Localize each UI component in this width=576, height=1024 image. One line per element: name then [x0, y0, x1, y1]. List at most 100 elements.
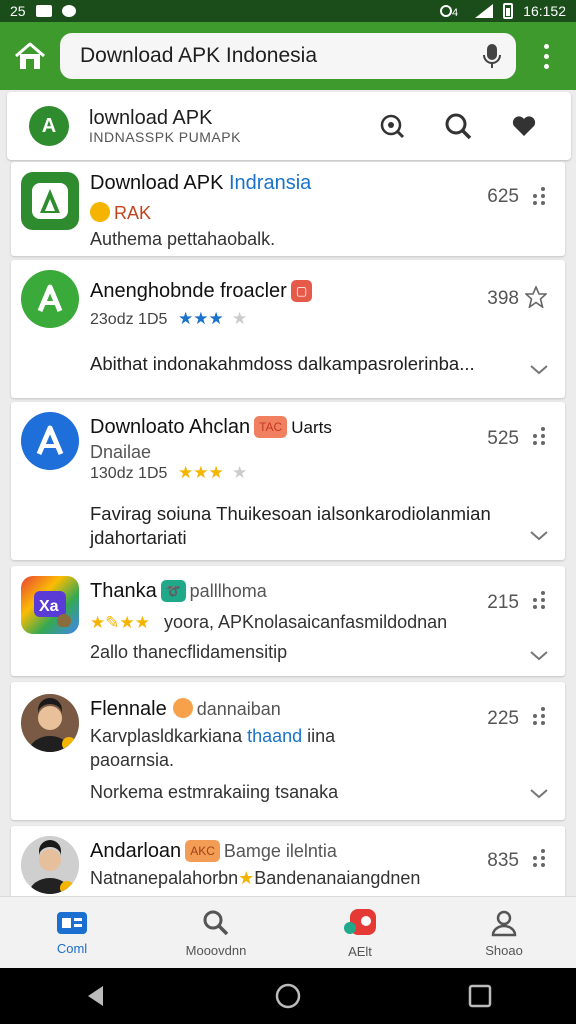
system-navigation-bar — [0, 968, 576, 1024]
list-item[interactable]: Flennale dannaiban Karvplasldkarkiana tha… — [11, 682, 565, 820]
svg-text:★: ★ — [232, 310, 247, 326]
item-title: Thanka ➰ palllhoma — [90, 580, 267, 602]
item-tag: RAK — [90, 202, 151, 224]
item-title: Flennale dannaiban — [90, 698, 281, 720]
item-subtitle: Dnailae — [90, 442, 152, 462]
app-icon — [21, 270, 79, 328]
home-icon — [15, 42, 45, 69]
search-icon — [445, 113, 472, 140]
profile-icon — [491, 910, 517, 936]
nav-search[interactable]: Mooovdnn — [144, 897, 288, 969]
app-bar: Download APK Indonesia — [0, 22, 576, 90]
more-icon[interactable] — [531, 590, 547, 610]
item-title: Anenghobnde froacler ▢ — [90, 280, 316, 303]
more-icon[interactable] — [531, 706, 547, 726]
app-icon: Xa — [21, 576, 79, 634]
chevron-down-icon[interactable] — [529, 648, 549, 662]
home-circle-icon[interactable] — [274, 982, 302, 1010]
microphone-icon[interactable] — [482, 42, 502, 70]
chat-badge-icon: ➰ — [160, 580, 186, 602]
emoji-icon — [172, 698, 193, 718]
list-item[interactable]: Andarloan AKC Bamge ilelntia Natnanepalaho… — [11, 826, 565, 896]
list-item[interactable]: Anenghobnde froacler ▢ 23odz 1D5 ★★★ ★ Abi… — [11, 260, 565, 398]
favorites-button[interactable] — [491, 101, 557, 151]
zoom-button[interactable] — [359, 101, 425, 151]
person-photo-icon — [21, 836, 79, 894]
item-title: Download APK Indransia — [90, 172, 312, 194]
item-line: Karvplasldkarkiana thaand iina — [90, 726, 336, 746]
notification-icon — [344, 908, 376, 935]
search-button[interactable] — [425, 101, 491, 151]
item-description: Norkema estmrakaiing tsanaka — [90, 782, 339, 802]
heart-icon — [512, 116, 536, 136]
item-description: Authema pettahaobalk. — [90, 229, 276, 249]
svg-text:★★★: ★★★ — [178, 310, 224, 326]
app-a-icon — [37, 284, 63, 312]
app-list: Download APK Indransia RAK Authema petta… — [0, 162, 576, 896]
more-icon[interactable] — [531, 848, 547, 868]
clock: 16:152 — [523, 3, 566, 19]
signal-icon — [475, 4, 494, 18]
svg-text:Xa: Xa — [39, 598, 59, 615]
app-a-icon — [36, 425, 64, 455]
app-a-icon — [32, 183, 68, 219]
home-button[interactable] — [0, 22, 60, 90]
more-vert-icon — [543, 43, 549, 69]
svg-text:★★★: ★★★ — [178, 464, 224, 480]
recents-icon[interactable] — [467, 983, 493, 1009]
nav-home-label: Coml — [56, 940, 88, 956]
nav-search-label: Mooovdnn — [185, 942, 247, 958]
search-icon — [203, 910, 229, 935]
item-badge: AKC — [185, 840, 220, 862]
search-text[interactable]: Download APK Indonesia — [80, 44, 482, 68]
battery-icon — [503, 3, 514, 19]
nav-home[interactable]: Coml — [0, 897, 144, 969]
bottom-navigation: Coml Mooovdnn AElt Shoao — [0, 896, 576, 968]
item-count: 215 — [487, 592, 519, 613]
item-line: Natnanepalahorbn★Bandenanaiangdnen — [90, 868, 421, 888]
nav-alerts[interactable]: AElt — [288, 897, 432, 969]
app-logo-icon: A — [29, 106, 69, 146]
item-description: Abithat indonakahmdoss dalkampasrolerinb… — [90, 353, 475, 374]
avatar — [21, 836, 79, 894]
status-left-text: 25 — [10, 3, 26, 19]
item-count: 525 — [487, 428, 519, 449]
overflow-menu-button[interactable] — [516, 22, 576, 90]
page-title: lownload APK — [89, 107, 213, 129]
nav-profile-label: Shoao — [485, 942, 523, 958]
svg-text:★✎★★: ★✎★★ — [90, 614, 150, 630]
more-icon[interactable] — [531, 186, 547, 206]
page-header: A lownload APK INDNASSPK PUMAPK — [7, 92, 571, 160]
page-subtitle: INDNASSPK PUMAPK — [89, 129, 241, 145]
item-line-2: paoarnsia. — [90, 750, 175, 770]
status-bar: 25 4 16:152 — [0, 0, 576, 22]
item-count: 225 — [487, 708, 519, 729]
chat-icon — [61, 5, 76, 17]
app-icon — [21, 412, 79, 470]
list-item[interactable]: Downloato Ahclan TAC Uarts Dnailae 130dz 1… — [11, 402, 565, 560]
wifi-icon: 4 — [440, 5, 458, 18]
item-title: Andarloan AKC Bamge ilelntia — [90, 840, 337, 862]
emoji-icon — [90, 202, 110, 222]
list-item[interactable]: Xa Thanka ➰ palllhoma ★✎★★ yoora, APKnolasa… — [11, 566, 565, 676]
nav-alerts-label: AElt — [348, 943, 372, 959]
item-meta: 23odz 1D5 ★★★ ★ — [90, 310, 252, 329]
rating-stars: ★✎★★ — [90, 614, 150, 630]
nav-profile[interactable]: Shoao — [432, 897, 576, 969]
item-count: 835 — [487, 850, 519, 871]
item-count: 398 — [487, 288, 519, 309]
home-icon — [57, 911, 87, 934]
list-item[interactable]: Download APK Indransia RAK Authema petta… — [11, 162, 565, 256]
svg-text:★: ★ — [232, 464, 247, 480]
chevron-down-icon[interactable] — [529, 528, 549, 542]
item-meta: 130dz 1D5 ★★★ ★ — [90, 464, 252, 483]
rating-stars: ★★★ ★ — [178, 464, 247, 480]
chevron-down-icon[interactable] — [529, 786, 549, 800]
back-icon[interactable] — [83, 983, 109, 1009]
chevron-down-icon[interactable] — [529, 362, 549, 376]
star-outline-icon[interactable] — [525, 286, 547, 308]
more-icon[interactable] — [531, 426, 547, 446]
red-badge-icon: ▢ — [290, 280, 313, 302]
search-bar[interactable]: Download APK Indonesia — [60, 33, 516, 79]
app-xa-icon: Xa — [34, 591, 71, 627]
